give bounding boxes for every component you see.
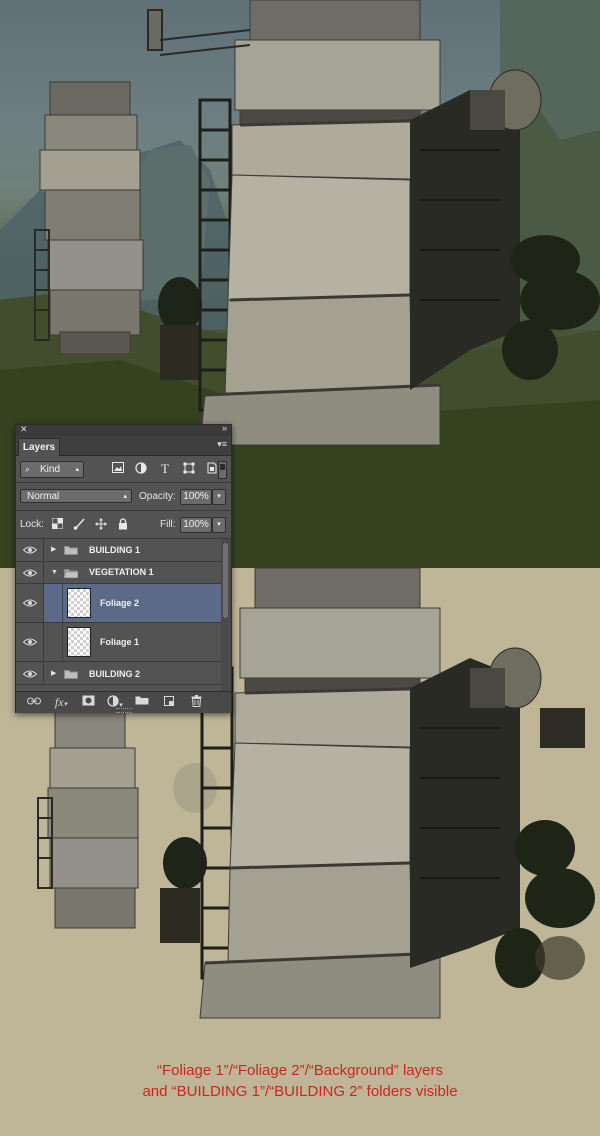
shape-filter-icon[interactable] (182, 462, 196, 476)
layer-thumbnail (67, 588, 91, 618)
fill-label: Fill: (160, 519, 176, 530)
caption: “Foliage 1”/“Foliage 2”/“Background” lay… (0, 1060, 600, 1102)
expanded-triangle-icon[interactable]: ▼ (51, 569, 58, 576)
eye-icon (23, 638, 37, 646)
stepper-arrows-icon: ▴ (123, 493, 127, 500)
eye-icon (23, 599, 37, 607)
opacity-dropdown-button[interactable]: ▾ (212, 489, 226, 505)
adjustment-icon[interactable]: ▾ (107, 695, 123, 709)
visibility-toggle[interactable] (16, 584, 44, 622)
layer-name: BUILDING 1 (89, 545, 141, 555)
layer-row-vegetation-1[interactable]: ▼ VEGETATION 1 (16, 562, 221, 584)
folder-icon (64, 670, 78, 679)
panel-menu-icon[interactable]: ▾≡ (217, 439, 227, 450)
collapse-icon[interactable]: » (222, 423, 227, 433)
folder-icon[interactable] (134, 695, 150, 709)
blend-mode-select[interactable]: Normal ▴ (20, 489, 132, 503)
scrollbar-thumb[interactable] (223, 543, 228, 618)
lock-position-icon[interactable] (95, 518, 107, 530)
collapsed-triangle-icon[interactable]: ▶ (51, 546, 58, 553)
divider (16, 482, 231, 483)
layer-row-foliage-1[interactable]: Foliage 1 (16, 623, 221, 662)
panel-tabbar: Layers ▾≡ (16, 436, 231, 456)
eye-icon (23, 569, 37, 577)
lock-image-pixels-icon[interactable] (73, 518, 85, 530)
type-filter-icon[interactable]: T (158, 462, 172, 476)
layer-list: ▶ BUILDING 1 ▼ VEGETATION 1 Foliage 2 Fo… (16, 539, 221, 691)
layer-row-building-2[interactable]: ▶ BUILDING 2 (16, 662, 221, 685)
adjustment-filter-icon[interactable] (134, 462, 148, 476)
resize-grip[interactable] (116, 708, 132, 713)
pixel-filter-icon[interactable] (111, 462, 125, 476)
eye-icon (23, 546, 37, 554)
open-folder-icon (64, 569, 78, 578)
opacity-input[interactable]: 100% (180, 489, 212, 505)
filter-toggle[interactable] (218, 461, 227, 479)
layer-row-building-1[interactable]: ▶ BUILDING 1 (16, 539, 221, 562)
fill-input[interactable]: 100% (180, 517, 212, 533)
visibility-toggle[interactable] (16, 662, 44, 684)
filter-row: ⌕ Kind ▴ T (16, 456, 231, 482)
folder-icon (64, 546, 78, 555)
close-icon[interactable]: ✕ (20, 424, 28, 435)
group-indent (44, 623, 63, 661)
tab-layers[interactable]: Layers (18, 438, 60, 456)
new-layer-icon[interactable] (161, 695, 177, 709)
layer-list-scrollbar[interactable] (221, 539, 231, 691)
layers-panel: ✕ » Layers ▾≡ ⌕ Kind ▴ T Normal ▴ Opacit (15, 423, 232, 713)
lock-label: Lock: (20, 519, 44, 530)
visibility-toggle[interactable] (16, 623, 44, 661)
filter-toggle-knob (220, 464, 225, 470)
fill-dropdown-button[interactable]: ▾ (212, 517, 226, 533)
eye-icon (23, 670, 37, 678)
stepper-arrows-icon: ▴ (75, 466, 79, 473)
caption-line-2: and “BUILDING 1”/“BUILDING 2” folders vi… (142, 1083, 458, 1100)
smart-object-filter-icon[interactable] (205, 462, 219, 476)
fx-icon[interactable]: fx▾ (53, 695, 69, 709)
filter-kind-label: Kind (40, 464, 61, 475)
layer-name: VEGETATION 1 (89, 567, 154, 577)
visibility-toggle[interactable] (16, 539, 44, 561)
layer-name: BUILDING 2 (89, 669, 141, 679)
panel-titlebar[interactable]: ✕ » (16, 423, 231, 436)
layer-name: Foliage 1 (100, 637, 140, 647)
opacity-label: Opacity: (139, 491, 176, 502)
layer-thumbnail (67, 627, 91, 657)
trash-icon[interactable] (188, 695, 204, 709)
collapsed-triangle-icon[interactable]: ▶ (51, 670, 58, 677)
mask-icon[interactable] (80, 695, 96, 709)
divider (16, 510, 231, 511)
visibility-toggle[interactable] (16, 562, 44, 583)
search-icon: ⌕ (25, 464, 31, 474)
layer-row-foliage-2[interactable]: Foliage 2 (16, 584, 221, 623)
blend-mode-value: Normal (27, 491, 60, 502)
layer-name: Foliage 2 (100, 598, 140, 608)
filter-kind-select[interactable]: ⌕ Kind ▴ (20, 461, 84, 478)
lock-transparent-pixels-icon[interactable] (51, 518, 63, 530)
group-indent (44, 584, 63, 622)
link-icon[interactable] (26, 695, 42, 709)
caption-line-1: “Foliage 1”/“Foliage 2”/“Background” lay… (157, 1062, 443, 1079)
lock-all-icon[interactable] (117, 518, 129, 530)
